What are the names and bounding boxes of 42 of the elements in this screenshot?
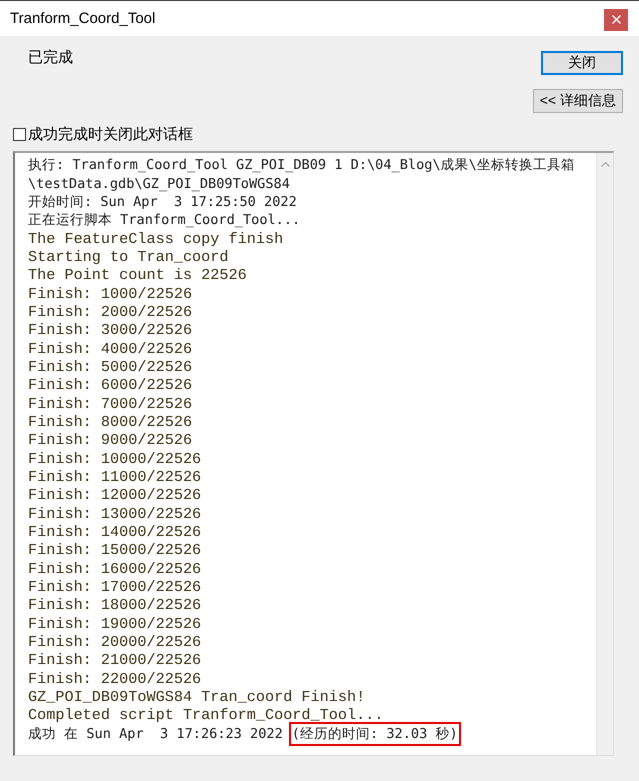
log-line: Finish: 5000/22526 (28, 358, 192, 376)
log-line: Finish: 7000/22526 (28, 394, 192, 413)
log-line: Finish: 17000/22526 (28, 578, 202, 596)
log-line: \testData.gdb\GZ_POI_DB09ToWGS84 (28, 174, 290, 193)
log-line: GZ_POI_DB09ToWGS84 Tran_coord Finish! (28, 688, 366, 706)
log-line: Finish: 12000/22526 (28, 486, 202, 504)
log-line: Finish: 9000/22526 (28, 431, 192, 450)
log-line: Finish: 13000/22526 (28, 504, 202, 523)
close-dialog-button[interactable]: 关闭 (541, 51, 623, 75)
log-line: Finish: 3000/22526 (28, 321, 192, 340)
window-close-button[interactable] (604, 8, 628, 30)
checkbox[interactable] (13, 128, 26, 140)
log-line: The Point count is 22526 (28, 266, 247, 284)
log-line: 正在运行脚本 Tranform_Coord_Tool... (28, 211, 300, 230)
log-line: Finish: 16000/22526 (28, 560, 202, 578)
log-line: Finish: 15000/22526 (28, 541, 202, 560)
log-line: Finish: 10000/22526 (28, 450, 202, 468)
log-line: 成功 在 Sun Apr 3 17:26:23 2022 (28, 724, 283, 743)
close-icon (612, 15, 620, 24)
status-text: 已完成 (28, 48, 73, 67)
log-line: Finish: 22000/22526 (28, 670, 202, 688)
highlighted-elapsed-time: (经历的时间: 32.03 秒) (288, 722, 461, 746)
log-line: Finish: 6000/22526 (28, 376, 192, 394)
log-line: Finish: 14000/22526 (28, 523, 202, 542)
window-title: Tranform_Coord_Tool (10, 10, 156, 27)
log-line: 执行: Tranform_Coord_Tool GZ_POI_DB09 1 D:\04_Blog\成果\坐标转换工具箱 (28, 156, 575, 174)
log-line: Finish: 4000/22526 (28, 340, 192, 358)
log-line: Finish: 8000/22526 (28, 412, 192, 431)
log-line: Finish: 21000/22526 (28, 651, 202, 670)
log-line: The FeatureClass copy finish (28, 230, 284, 248)
log-line: Completed script Tranform_Coord_Tool... (28, 706, 384, 724)
log-line: Starting to Tran_coord (28, 248, 229, 266)
log-line: 开始时间: Sun Apr 3 17:25:50 2022 (28, 192, 297, 211)
details-button[interactable]: << 详细信息 (532, 89, 623, 113)
log-line: Finish: 1000/22526 (28, 284, 192, 303)
log-line: Finish: 2000/22526 (28, 302, 192, 321)
log-line: Finish: 19000/22526 (28, 614, 202, 633)
checkbox-label[interactable]: 成功完成时关闭此对话框 (28, 124, 193, 144)
scrollbar[interactable] (596, 153, 613, 755)
log-line: Finish: 18000/22526 (28, 596, 202, 614)
log-line: Finish: 20000/22526 (28, 633, 202, 652)
log-line: Finish: 11000/22526 (28, 468, 202, 486)
